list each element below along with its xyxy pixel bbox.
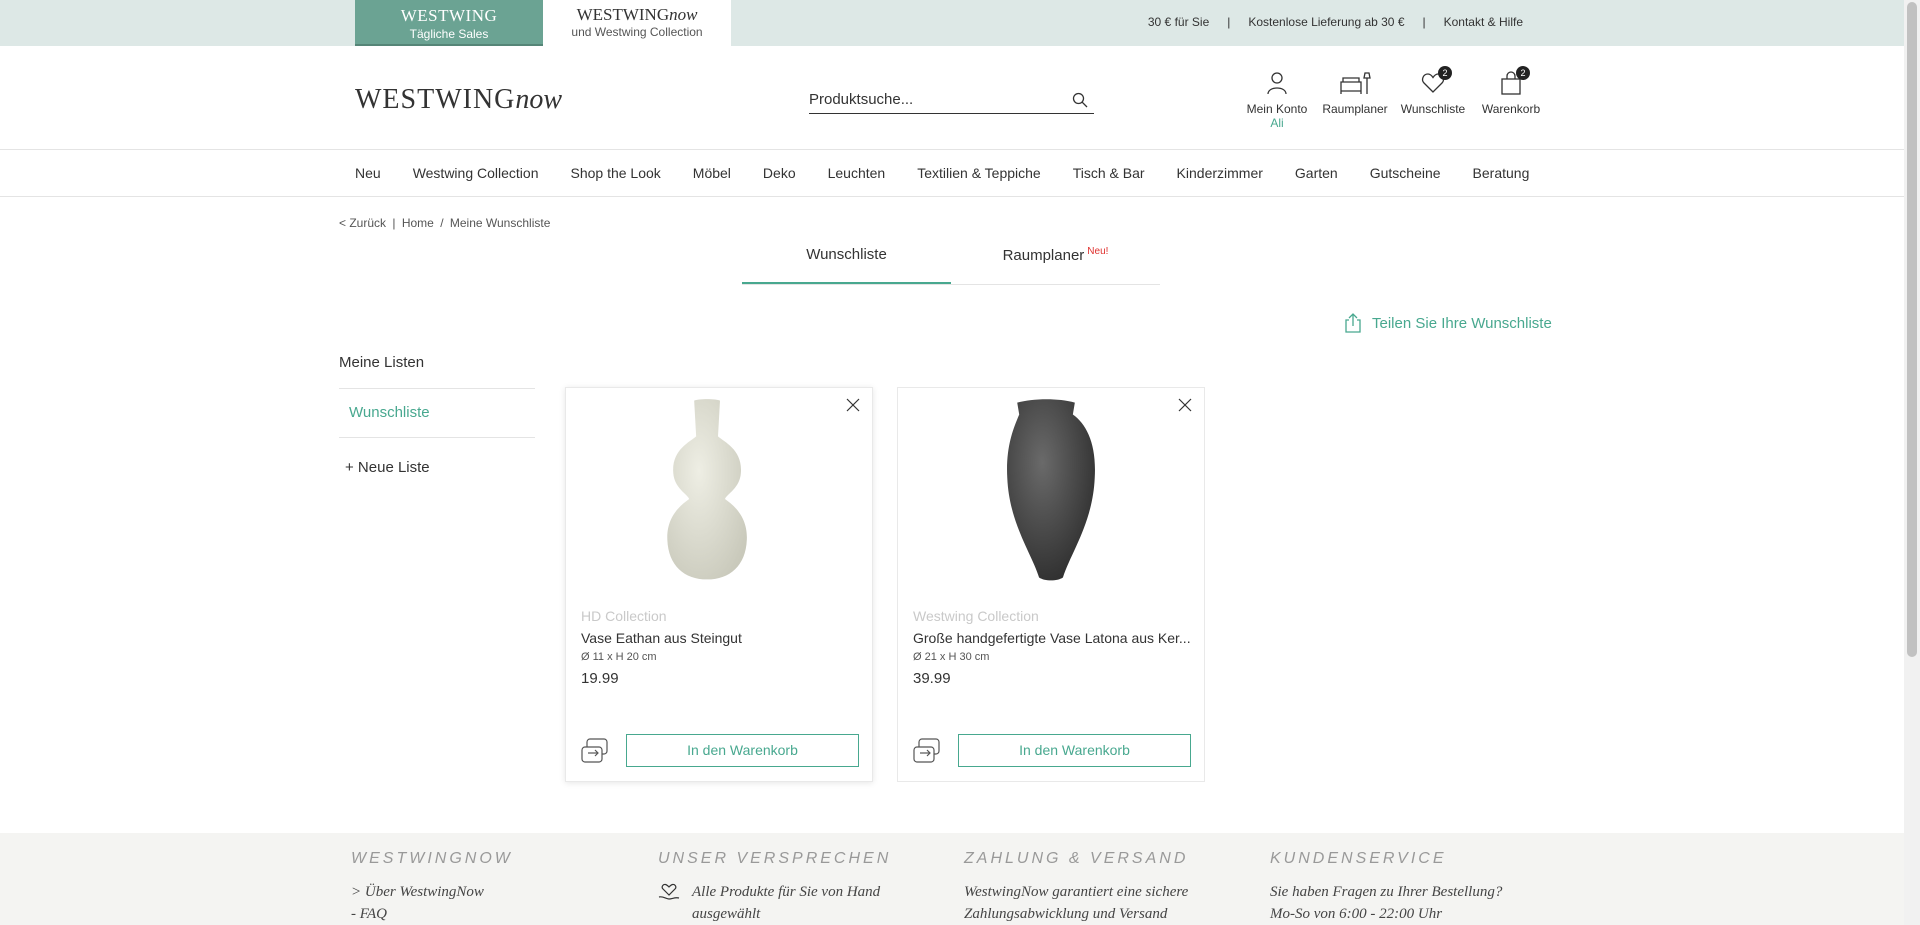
header: WESTWINGnow Mein Konto Ali Raumplaner 2 … [0,46,1904,150]
promise-text: Alle Produkte für Sie von Hand ausgewähl… [692,884,881,922]
product-dimensions: Ø 11 x H 20 cm [581,651,657,663]
footer-title: ZAHLUNG & VERSAND [964,850,1189,867]
cart-label: Warenkorb [1481,102,1541,116]
now-brand: WESTWINGnow [576,5,698,24]
product-brand: Westwing Collection [913,608,1039,624]
hand-heart-icon [658,883,680,900]
product-brand: HD Collection [581,608,667,624]
nav-item-moebel[interactable]: Möbel [693,165,731,181]
product-price: 19.99 [581,670,619,687]
vase-cream-icon[interactable] [566,398,872,588]
separator: | [1422,15,1426,29]
scrollbar-thumb[interactable] [1907,2,1917,657]
product-name[interactable]: Große handgefertigte Vase Latona aus Ker… [913,630,1193,646]
add-to-cart-button[interactable]: In den Warenkorb [626,734,859,767]
tab-westwing-now[interactable]: WESTWINGnow und Westwing Collection [543,0,731,46]
wishlist-button[interactable]: 2 Wunschliste [1396,66,1470,130]
header-icons: Mein Konto Ali Raumplaner 2 Wunschliste … [1240,66,1548,130]
footer-title: WESTWINGNOW [351,850,513,867]
tab-wishlist[interactable]: Wunschliste [742,240,951,284]
nav-item-shop-the-look[interactable]: Shop the Look [570,165,660,181]
move-to-list-icon[interactable] [913,738,941,764]
share-icon [1345,313,1361,333]
product-card[interactable]: Westwing Collection Große handgefertigte… [897,387,1205,782]
nav-item-tisch-bar[interactable]: Tisch & Bar [1073,165,1145,181]
footer-col-westwingnow: WESTWINGNOW > Über WestwingNow - FAQ [351,850,631,925]
product-price: 39.99 [913,670,951,687]
account-label: Mein Konto [1246,102,1308,116]
product-card[interactable]: HD Collection Vase Eathan aus Steingut Ø… [565,387,873,782]
share-label: Teilen Sie Ihre Wunschliste [1372,314,1552,332]
account-user: Ali [1270,116,1284,130]
contact-help-link[interactable]: Kontakt & Hilfe [1444,15,1523,29]
account-button[interactable]: Mein Konto Ali [1240,70,1314,130]
payment-text: WestwingNow garantiert eine sichere Zahl… [964,884,1189,922]
tab-westwing-sales[interactable]: WESTWING Tägliche Sales [355,0,543,46]
wishlist-tabs: Wunschliste Raumplaner Neu! [742,240,1160,285]
nav-item-kinderzimmer[interactable]: Kinderzimmer [1177,165,1263,181]
service-hours: Mo-So von 6:00 - 22:00 Uhr [1270,906,1443,922]
my-lists-title: Meine Listen [339,354,425,371]
nav-item-gutscheine[interactable]: Gutscheine [1370,165,1441,181]
free-delivery-link[interactable]: Kostenlose Lieferung ab 30 € [1248,15,1404,29]
footer-link-faq[interactable]: - FAQ [351,906,387,922]
now-subtitle: und Westwing Collection [571,25,703,39]
new-badge: Neu! [1087,246,1109,257]
breadcrumb-current: Meine Wunschliste [449,216,551,230]
scrollbar[interactable] [1904,0,1920,925]
logo[interactable]: WESTWINGnow [355,84,562,116]
product-dimensions: Ø 21 x H 30 cm [913,651,990,663]
cart-button[interactable]: 2 Warenkorb [1474,66,1548,130]
sofa-lamp-icon [1340,72,1371,94]
wishlist-label: Wunschliste [1400,102,1466,116]
roomplanner-button[interactable]: Raumplaner [1318,70,1392,130]
share-wishlist-button[interactable]: Teilen Sie Ihre Wunschliste [1344,313,1552,333]
breadcrumb-divider: | [392,216,396,230]
separator: | [1227,15,1231,29]
top-bar: WESTWING Tägliche Sales WESTWINGnow und … [0,0,1904,46]
nav-item-garten[interactable]: Garten [1295,165,1338,181]
nav-item-westwing-collection[interactable]: Westwing Collection [413,165,539,181]
service-question: Sie haben Fragen zu Ihrer Bestellung? [1270,884,1503,900]
wishlist-count-badge: 2 [1438,66,1452,80]
product-name[interactable]: Vase Eathan aus Steingut [581,630,861,646]
move-to-list-icon[interactable] [581,738,609,764]
search-input[interactable] [809,86,1059,112]
sales-subtitle: Tägliche Sales [409,27,489,41]
cart-count-badge: 2 [1516,66,1530,80]
footer-title: KUNDENSERVICE [1270,850,1447,867]
top-links: 30 € für Sie | Kostenlose Lieferung ab 3… [1148,15,1523,29]
search-icon[interactable] [1072,92,1088,108]
voucher-link[interactable]: 30 € für Sie [1148,15,1209,29]
nav-item-leuchten[interactable]: Leuchten [828,165,886,181]
tab-roomplanner[interactable]: Raumplaner Neu! [951,240,1160,284]
vase-dark-icon[interactable] [898,398,1204,588]
nav-item-neu[interactable]: Neu [355,165,381,181]
main-nav: Neu Westwing Collection Shop the Look Mö… [0,150,1904,197]
user-icon [1267,72,1287,95]
sidebar-item-wishlist[interactable]: Wunschliste [339,388,535,438]
new-list-button[interactable]: + Neue Liste [345,459,430,476]
back-link[interactable]: < Zurück [339,216,386,230]
footer: WESTWINGNOW > Über WestwingNow - FAQ UNS… [0,833,1904,925]
footer-link-about[interactable]: > Über WestwingNow [351,884,484,900]
roomplanner-label: Raumplaner [1322,102,1388,116]
footer-col-service: KUNDENSERVICE Sie haben Fragen zu Ihrer … [1270,850,1550,925]
search-bar [809,86,1094,114]
sales-brand: WESTWING [400,6,498,25]
breadcrumb: < Zurück | Home / Meine Wunschliste [339,216,550,230]
nav-item-beratung[interactable]: Beratung [1473,165,1530,181]
footer-col-payment: ZAHLUNG & VERSAND WestwingNow garantiert… [964,850,1244,925]
add-to-cart-button[interactable]: In den Warenkorb [958,734,1191,767]
nav-item-deko[interactable]: Deko [763,165,796,181]
breadcrumb-home[interactable]: Home [402,216,434,230]
nav-item-textilien[interactable]: Textilien & Teppiche [917,165,1040,181]
footer-title: UNSER VERSPRECHEN [658,850,892,867]
breadcrumb-slash: / [440,216,444,230]
footer-col-promise: UNSER VERSPRECHEN Alle Produkte für Sie … [658,850,938,925]
